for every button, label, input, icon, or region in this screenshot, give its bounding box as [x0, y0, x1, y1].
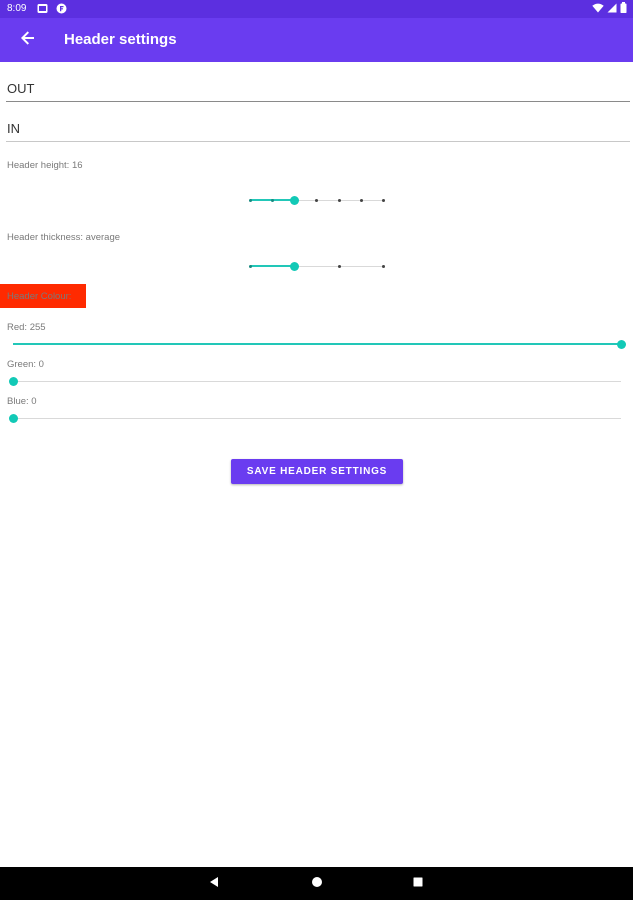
- header-thickness-tick: [382, 265, 385, 268]
- red-thumb[interactable]: [616, 340, 626, 349]
- header-colour-preview: Header Colour:: [0, 284, 86, 308]
- navigation-bar: [0, 867, 633, 900]
- gallery-notification-icon: [37, 3, 48, 14]
- status-time: 8:09: [7, 3, 27, 14]
- circle-home-icon: [311, 875, 323, 893]
- app-bar: Header settings: [0, 18, 633, 62]
- header-height-thumb[interactable]: [290, 196, 299, 205]
- red-label: Red: 255: [7, 322, 46, 333]
- blue-thumb[interactable]: [8, 414, 18, 423]
- header-thickness-slider[interactable]: [244, 256, 390, 276]
- screen: 8:09 Header settings OUT IN Header heigh…: [0, 0, 633, 900]
- header-height-slider[interactable]: [244, 190, 390, 210]
- header-thickness-thumb[interactable]: [290, 262, 299, 271]
- in-text-field[interactable]: [6, 116, 630, 142]
- header-height-tick: [315, 199, 318, 202]
- header-thickness-tick: [249, 265, 252, 268]
- header-height-tick: [360, 199, 363, 202]
- header-height-tick: [249, 199, 252, 202]
- arrow-left-icon: [20, 30, 36, 51]
- header-height-tick: [382, 199, 385, 202]
- header-thickness-label: Header thickness: average: [7, 232, 121, 243]
- green-label: Green: 0: [7, 359, 44, 370]
- red-track-fill: [13, 343, 621, 345]
- blue-slider[interactable]: [8, 410, 626, 428]
- nav-recents-button[interactable]: [411, 877, 425, 891]
- nav-back-button[interactable]: [207, 877, 221, 891]
- green-track: [13, 381, 621, 382]
- page-title: Header settings: [64, 31, 177, 48]
- header-thickness-track-fill: [250, 265, 295, 267]
- blue-label: Blue: 0: [7, 396, 37, 407]
- header-height-label: Header height: 16: [7, 160, 83, 171]
- status-icons: [592, 2, 627, 16]
- header-colour-label: Header Colour:: [7, 290, 72, 302]
- green-slider[interactable]: [8, 373, 626, 391]
- cell-signal-icon: [607, 3, 617, 16]
- battery-icon: [620, 2, 627, 16]
- header-height-tick: [271, 199, 274, 202]
- header-height-tick: [338, 199, 341, 202]
- out-text-field[interactable]: [6, 76, 630, 102]
- square-recents-icon: [412, 875, 424, 893]
- blue-track: [13, 418, 621, 419]
- red-slider[interactable]: [8, 336, 626, 354]
- status-bar: 8:09: [0, 0, 633, 18]
- wifi-icon: [592, 3, 604, 16]
- save-header-settings-button[interactable]: SAVE HEADER SETTINGS: [231, 459, 403, 484]
- green-thumb[interactable]: [8, 377, 18, 386]
- nav-home-button[interactable]: [310, 877, 324, 891]
- triangle-back-icon: [208, 875, 220, 893]
- back-button[interactable]: [14, 26, 42, 54]
- header-thickness-tick: [338, 265, 341, 268]
- app-notification-icon: [56, 3, 67, 14]
